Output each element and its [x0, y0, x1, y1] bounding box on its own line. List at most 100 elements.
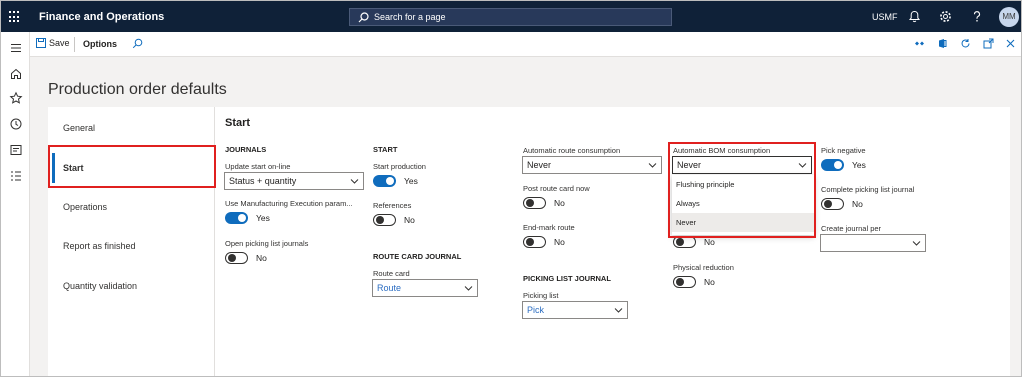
route-card-journal-group-header: ROUTE CARD JOURNAL [373, 252, 462, 261]
refresh-icon[interactable] [960, 38, 971, 49]
route-card-dropdown[interactable]: Route [372, 279, 478, 297]
update-start-value: Status + quantity [229, 176, 297, 186]
left-navigation-pane [1, 32, 30, 376]
pick-negative-toggle[interactable] [821, 159, 844, 171]
search-icon [358, 12, 369, 23]
physical-reduction-toggle[interactable] [673, 276, 696, 288]
chevron-down-icon [648, 163, 657, 168]
open-picking-label: Open picking list journals [225, 239, 309, 248]
search-placeholder: Search for a page [374, 12, 446, 22]
chevron-down-icon [464, 286, 473, 291]
end-mark-value: No [554, 237, 565, 247]
references-value: No [404, 215, 415, 225]
app-window: Finance and Operations Search for a page… [0, 0, 1022, 377]
route-card-value: Route [377, 283, 402, 293]
open-new-window-icon[interactable] [983, 38, 994, 49]
options-tab[interactable]: Options [83, 39, 117, 49]
picking-list-dropdown[interactable]: Pick [522, 301, 628, 319]
update-start-dropdown[interactable]: Status + quantity [224, 172, 364, 190]
picking-list-label: Picking list [523, 291, 559, 300]
references-toggle[interactable] [373, 214, 396, 226]
notification-bell-icon[interactable] [908, 10, 921, 23]
chevron-down-icon [614, 308, 623, 313]
post-route-value: No [554, 198, 565, 208]
end-mark-label: End-mark route [523, 223, 575, 232]
end-mark-toggle[interactable] [523, 236, 546, 248]
open-picking-toggle[interactable] [225, 252, 248, 264]
start-production-toggle[interactable] [373, 175, 396, 187]
bom-hidden-toggle[interactable] [673, 236, 696, 248]
auto-route-label: Automatic route consumption [523, 146, 621, 155]
physical-reduction-value: No [704, 277, 715, 287]
complete-picking-value: No [852, 199, 863, 209]
save-icon [36, 38, 46, 48]
vertical-tab-list: General Start Operations Report as finis… [48, 107, 216, 376]
tab-general[interactable]: General [48, 108, 216, 148]
start-group-header: START [373, 145, 398, 154]
complete-picking-label: Complete picking list journal [821, 185, 915, 194]
hamburger-menu-icon[interactable] [9, 41, 23, 55]
option-always[interactable]: Always [672, 194, 814, 213]
start-production-value: Yes [404, 176, 418, 186]
auto-bom-dropdown[interactable]: Never [672, 156, 812, 174]
section-title: Start [225, 117, 251, 129]
tab-operations[interactable]: Operations [48, 187, 216, 227]
start-production-label: Start production [373, 162, 426, 171]
auto-bom-label: Automatic BOM consumption [673, 146, 771, 155]
app-launcher-icon[interactable] [9, 11, 21, 23]
bom-hidden-toggle-value: No [704, 237, 715, 247]
auto-bom-options-list: Flushing principle Always Never [672, 175, 814, 235]
recent-clock-icon[interactable] [9, 117, 23, 131]
open-picking-value: No [256, 253, 267, 263]
tab-quantity-validation[interactable]: Quantity validation [48, 266, 216, 306]
chevron-down-icon [350, 179, 359, 184]
option-never[interactable]: Never [672, 213, 814, 232]
create-journal-label: Create journal per [821, 224, 882, 233]
post-route-label: Post route card now [523, 184, 590, 193]
active-tab-indicator [52, 153, 55, 183]
tab-start[interactable]: Start [48, 148, 216, 188]
use-mes-label: Use Manufacturing Execution param... [225, 199, 353, 208]
update-start-label: Update start on-line [225, 162, 291, 171]
action-divider [74, 37, 75, 52]
option-flushing-principle[interactable]: Flushing principle [672, 175, 814, 194]
save-label: Save [49, 38, 70, 48]
save-button[interactable]: Save [36, 38, 70, 48]
home-icon[interactable] [9, 67, 23, 81]
auto-bom-value: Never [677, 160, 702, 170]
search-box[interactable]: Search for a page [349, 8, 672, 26]
pick-negative-label: Pick negative [821, 146, 866, 155]
settings-gear-icon[interactable] [939, 10, 952, 23]
physical-reduction-label: Physical reduction [673, 263, 734, 272]
use-mes-value: Yes [256, 213, 270, 223]
chevron-down-icon [912, 241, 921, 246]
app-title[interactable]: Finance and Operations [39, 11, 164, 23]
close-icon[interactable] [1005, 38, 1016, 49]
favorites-star-icon[interactable] [9, 91, 23, 105]
picking-list-value: Pick [527, 305, 545, 315]
route-card-label: Route card [373, 269, 410, 278]
picking-list-journal-group-header: PICKING LIST JOURNAL [523, 274, 611, 283]
modules-list-icon[interactable] [9, 169, 23, 183]
workspaces-icon[interactable] [9, 143, 23, 157]
use-mes-toggle[interactable] [225, 212, 248, 224]
post-route-toggle[interactable] [523, 197, 546, 209]
page-title: Production order defaults [48, 81, 227, 98]
references-label: References [373, 201, 412, 210]
find-icon[interactable] [132, 38, 143, 49]
office-icon[interactable] [937, 38, 948, 49]
connections-icon[interactable] [914, 38, 925, 49]
chevron-down-icon [798, 163, 807, 168]
help-icon[interactable] [971, 10, 983, 23]
auto-route-dropdown[interactable]: Never [522, 156, 662, 174]
create-journal-dropdown[interactable] [820, 234, 926, 252]
user-avatar[interactable]: MM [999, 7, 1019, 27]
complete-picking-toggle[interactable] [821, 198, 844, 210]
auto-route-value: Never [527, 160, 552, 170]
pick-negative-value: Yes [852, 160, 866, 170]
top-navigation-bar: Finance and Operations Search for a page… [1, 1, 1021, 32]
company-selector[interactable]: USMF [872, 12, 898, 22]
tab-start-label: Start [63, 163, 84, 173]
tab-report-as-finished[interactable]: Report as finished [48, 226, 216, 266]
action-pane: Save Options [30, 32, 1021, 57]
